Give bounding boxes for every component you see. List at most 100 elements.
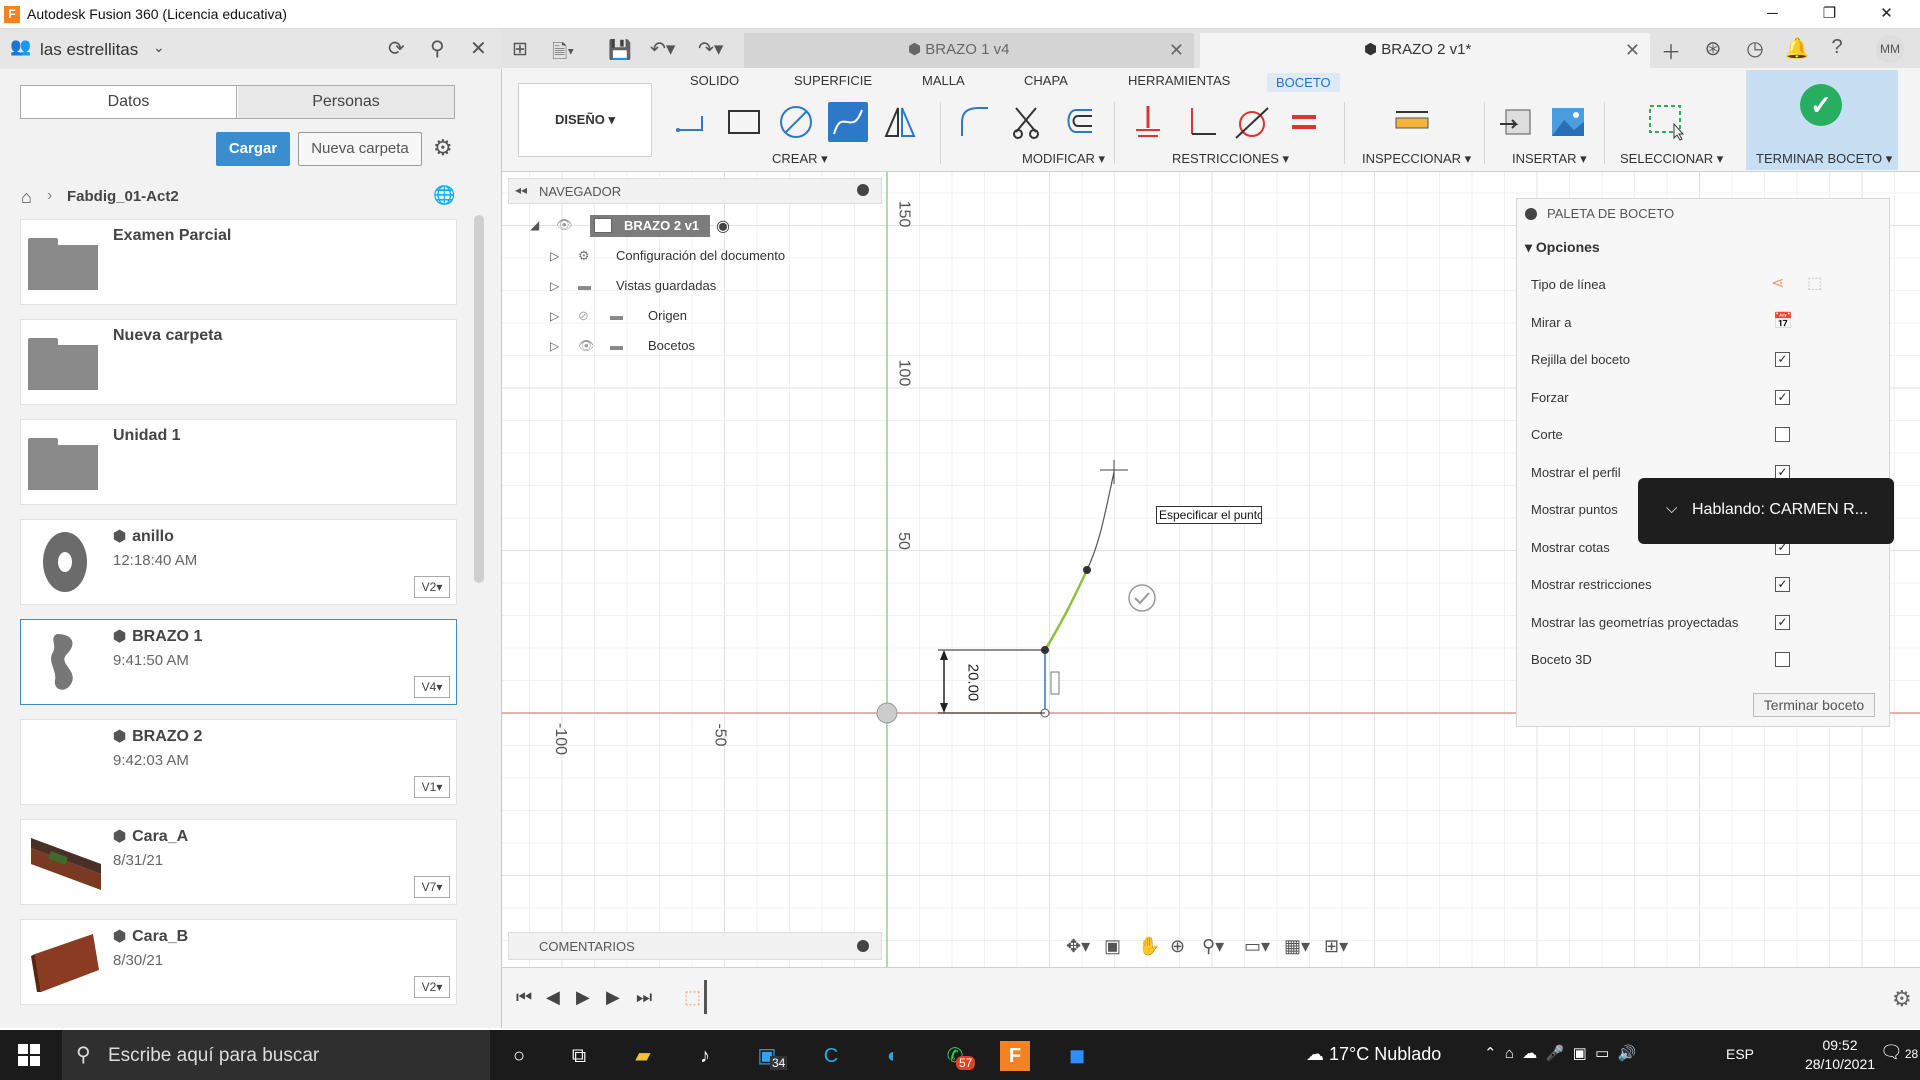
file-list-scrollbar[interactable] (474, 215, 484, 583)
expand-triangle-icon[interactable]: ▷ (550, 334, 559, 358)
weather[interactable]: ☁ 17°C Nublado (1306, 1044, 1441, 1065)
fit-zoom-icon[interactable]: ⚲▾ (1202, 936, 1224, 957)
restore-button[interactable]: ❐ (1801, 0, 1858, 29)
tab-herramientas[interactable]: HERRAMIENTAS (1128, 73, 1230, 88)
fusion-taskbar-icon[interactable]: F (1000, 1041, 1030, 1071)
help-icon[interactable]: ? (1822, 36, 1852, 59)
seleccionar-menu[interactable]: SELECCIONAR ▾ (1620, 151, 1723, 167)
line-tool-icon[interactable] (672, 102, 712, 142)
task-view-icon[interactable]: ⧉ (564, 1041, 594, 1071)
cortana-icon[interactable]: ○ (504, 1041, 534, 1071)
minimize-panel-icon[interactable] (1525, 208, 1537, 220)
expand-triangle-icon[interactable]: ◢ (530, 218, 539, 232)
team-name[interactable]: las estrellitas (40, 40, 138, 60)
list-item[interactable]: ⬢ anillo 12:18:40 AM V2▾ (20, 519, 457, 605)
version-badge[interactable]: V7▾ (414, 876, 450, 898)
pan-hand-icon[interactable]: ✋ (1138, 936, 1160, 957)
redo-icon[interactable]: ↷▾ (698, 38, 723, 61)
chevron-down-icon[interactable]: ⌄ (153, 39, 165, 56)
job-status-icon[interactable]: ◷ (1740, 36, 1770, 61)
globe-icon[interactable]: 🌐 (433, 185, 455, 206)
tab-malla[interactable]: MALLA (922, 73, 965, 88)
insertar-menu[interactable]: INSERTAR ▾ (1512, 151, 1587, 167)
list-item[interactable]: ⬢ BRAZO 1 9:41:50 AM V4▾ (20, 619, 457, 705)
file-explorer-icon[interactable]: ▰ (628, 1041, 658, 1071)
select-tool-icon[interactable] (1646, 102, 1686, 142)
tiktok-icon[interactable]: ♪ (690, 1041, 720, 1071)
app-c-icon[interactable]: C (816, 1041, 846, 1071)
root-component[interactable]: BRAZO 2 v1 (590, 215, 710, 237)
fillet-tool-icon[interactable] (954, 102, 994, 142)
chevron-down-icon[interactable]: ⌵ (1666, 500, 1677, 517)
show-projected-geometry-checkbox[interactable]: ✓ (1775, 615, 1790, 630)
tab-personas[interactable]: Personas (238, 86, 454, 118)
timeline-sketch-icon[interactable]: ⬚ (684, 987, 701, 1008)
centerline-icon[interactable]: ⬚ (1807, 273, 1822, 293)
zoom-app-icon[interactable]: ◼ (1062, 1041, 1092, 1071)
show-constraints-checkbox[interactable]: ✓ (1775, 577, 1790, 592)
offset-tool-icon[interactable] (1058, 102, 1098, 142)
clock[interactable]: 09:52 28/10/2021 (1794, 1036, 1886, 1074)
equal-constraint-icon[interactable] (1284, 102, 1324, 142)
windows-start-icon[interactable] (18, 1044, 40, 1066)
doc-tab-brazo1[interactable]: ⬢ BRAZO 1 v4 ✕ (744, 33, 1194, 68)
snap-checkbox[interactable]: ✓ (1775, 390, 1790, 405)
list-item[interactable]: ⬢ Cara_A 8/31/21 V7▾ (20, 819, 457, 905)
ok-circle-icon[interactable] (1128, 584, 1156, 612)
spline-point[interactable] (1083, 566, 1091, 574)
version-badge[interactable]: V1▾ (414, 776, 450, 798)
add-comment-icon[interactable] (857, 940, 869, 952)
close-button[interactable]: ✕ (1858, 0, 1915, 29)
grid-menu-icon[interactable]: ⊞ (512, 38, 528, 61)
modificar-menu[interactable]: MODIFICAR ▾ (1022, 151, 1105, 167)
minimize-button[interactable]: ─ (1744, 0, 1801, 29)
inspeccionar-menu[interactable]: INSPECCIONAR ▾ (1362, 151, 1471, 167)
notifications-bell-icon[interactable]: 🔔 (1782, 36, 1812, 61)
look-at-icon[interactable]: 📅 (1773, 311, 1793, 331)
measure-tool-icon[interactable] (1392, 102, 1432, 142)
insert-derive-icon[interactable] (1496, 102, 1536, 142)
spline-segment[interactable] (1043, 569, 1089, 651)
step-back-icon[interactable]: ◀ (546, 987, 560, 1008)
minimize-panel-icon[interactable] (857, 184, 869, 196)
crear-menu[interactable]: CREAR ▾ (772, 151, 828, 167)
viewports-icon[interactable]: ⊞▾ (1324, 936, 1348, 957)
refresh-icon[interactable]: ⟳ (388, 36, 405, 61)
visibility-eye-icon[interactable]: 👁 (556, 217, 573, 233)
close-tab-icon[interactable]: ✕ (1625, 33, 1640, 67)
finish-sketch-palette-button[interactable]: Terminar boceto (1753, 693, 1875, 717)
collapse-icon[interactable]: ◂◂ (515, 183, 527, 197)
notification-center-icon[interactable]: 🗨 28 (1880, 1042, 1918, 1063)
new-folder-button[interactable]: Nueva carpeta (298, 132, 422, 166)
list-item[interactable]: ⬢ Cara_B 8/30/21 V2▾ (20, 919, 457, 1005)
go-to-start-icon[interactable]: ⏮ (516, 987, 532, 1008)
expand-triangle-icon[interactable]: ▷ (550, 274, 559, 298)
zoom-icon[interactable]: ⊕ (1170, 936, 1185, 957)
close-panel-icon[interactable]: ✕ (470, 36, 487, 61)
version-badge[interactable]: V4▾ (414, 676, 450, 698)
circle-tool-icon[interactable] (776, 102, 816, 142)
tab-solido[interactable]: SOLIDO (690, 73, 739, 88)
activate-radio-icon[interactable]: ◉ (716, 216, 730, 236)
vertical-constraint-icon[interactable] (1050, 671, 1060, 695)
version-badge[interactable]: V2▾ (414, 976, 450, 998)
sketch-grid-checkbox[interactable]: ✓ (1775, 352, 1790, 367)
version-badge[interactable]: V2▾ (414, 576, 450, 598)
display-settings-icon[interactable]: ▭▾ (1244, 936, 1270, 957)
list-item[interactable]: ⬢ BRAZO 2 9:42:03 AM V1▾ (20, 719, 457, 805)
slice-checkbox[interactable] (1775, 427, 1790, 442)
dimension-value[interactable]: 20.00 (964, 664, 981, 702)
origin-point[interactable] (876, 702, 898, 724)
insert-canvas-icon[interactable] (1548, 102, 1588, 142)
expand-triangle-icon[interactable]: ▷ (550, 244, 559, 268)
new-tab-icon[interactable]: ＋ (1656, 36, 1686, 65)
tab-boceto[interactable]: BOCETO (1267, 73, 1340, 92)
undo-icon[interactable]: ↶▾ (650, 38, 675, 61)
close-tab-icon[interactable]: ✕ (1169, 33, 1184, 67)
gear-icon[interactable]: ⚙ (433, 135, 453, 161)
perpendicular-constraint-icon[interactable] (1180, 102, 1220, 142)
construction-line-icon[interactable]: ⋖ (1771, 273, 1784, 293)
speaking-notification[interactable]: ⌵ Hablando: CARMEN R... (1638, 478, 1894, 544)
file-menu-icon[interactable]: 🗎▾ (552, 38, 574, 70)
options-section[interactable]: ▾ Opciones (1525, 239, 1600, 256)
